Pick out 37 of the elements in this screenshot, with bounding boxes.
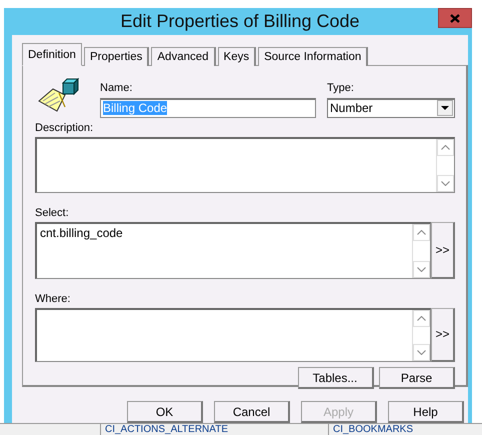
scroll-up-icon	[441, 144, 450, 150]
scroll-up-icon	[417, 230, 426, 235]
panel-button[interactable]: Parse	[379, 367, 455, 390]
dialog-button[interactable]: OK	[127, 401, 203, 423]
background-item: CI_BOOKMARKS	[328, 424, 414, 435]
dialog-button[interactable]: Help	[388, 401, 464, 423]
tab[interactable]: Definition	[22, 43, 82, 66]
scroll-down-icon	[417, 350, 426, 355]
scrollbar[interactable]	[436, 138, 454, 192]
panel-button[interactable]: Tables...	[298, 367, 374, 390]
background-item: CI_ACTIONS_ALTERNATE	[100, 424, 228, 435]
scroll-down-icon	[441, 180, 450, 186]
scroll-down-icon	[417, 266, 426, 272]
tab[interactable]: Source Information	[258, 47, 368, 66]
scrollbar[interactable]	[412, 224, 430, 278]
text-area[interactable]: cnt.billing_code	[35, 222, 431, 279]
tab[interactable]: Properties	[84, 47, 150, 66]
dropdown-arrow-icon	[441, 106, 449, 110]
type-label: Type:	[327, 82, 355, 95]
dialog-button[interactable]: Cancel	[214, 401, 290, 423]
insert-button[interactable]: >>	[431, 308, 455, 362]
field-label: Select:	[35, 206, 70, 220]
close-button[interactable]	[438, 8, 472, 28]
text-area[interactable]	[35, 308, 431, 362]
type-dropdown[interactable]: Number	[327, 98, 455, 118]
scrollbar[interactable]	[412, 310, 430, 361]
close-icon	[450, 14, 460, 22]
field-label: Description:	[35, 122, 94, 135]
insert-button[interactable]: >>	[431, 222, 455, 279]
text-area[interactable]	[35, 136, 455, 193]
tab[interactable]: Advanced	[151, 47, 216, 66]
name-label: Name:	[100, 82, 134, 95]
window-title: Edit Properties of Billing Code	[120, 10, 360, 33]
text-value: cnt.billing_code	[40, 226, 123, 240]
scroll-up-icon	[417, 316, 426, 321]
tab[interactable]: Keys	[218, 47, 256, 66]
field-label: Where:	[35, 292, 72, 306]
